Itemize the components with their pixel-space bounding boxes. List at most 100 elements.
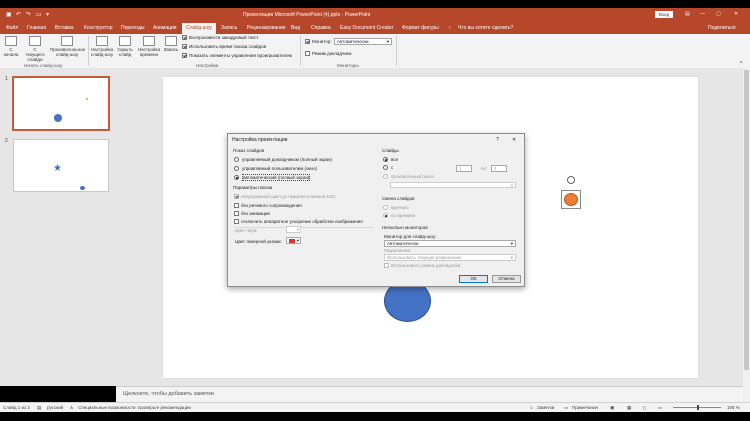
spellcheck-icon[interactable]: ▤ bbox=[37, 405, 41, 411]
cancel-button[interactable]: Отмена bbox=[492, 275, 521, 283]
slideshow-view-icon[interactable]: ▭ bbox=[658, 405, 662, 411]
tab-insert[interactable]: Вставка bbox=[55, 25, 74, 31]
no-narration-checkbox[interactable]: без речевого сопровождения bbox=[234, 203, 302, 209]
close-window-icon[interactable]: ✕ bbox=[734, 11, 738, 17]
monitor-select[interactable]: Автоматически ▾ bbox=[334, 38, 392, 45]
custom-show-icon bbox=[61, 36, 73, 46]
tab-home[interactable]: Главная bbox=[27, 25, 46, 31]
ribbon-separator bbox=[300, 36, 301, 66]
scrollbar-thumb[interactable] bbox=[744, 70, 749, 370]
tab-view[interactable]: Вид bbox=[291, 25, 300, 31]
from-start-button[interactable]: С начала bbox=[2, 36, 20, 57]
collapse-ribbon-icon[interactable]: ^ bbox=[740, 61, 742, 67]
undo-icon[interactable]: ↶ bbox=[16, 11, 21, 18]
presenter-view-checkbox[interactable]: Режим докладчика bbox=[305, 51, 351, 57]
slideshow-icon bbox=[5, 36, 17, 46]
customize-qat-icon[interactable]: ▾ bbox=[46, 11, 49, 18]
laser-color-picker[interactable]: ▾ bbox=[286, 237, 301, 244]
thumb-dot bbox=[86, 98, 88, 100]
tab-help[interactable]: Справка bbox=[311, 25, 331, 31]
monitor-for-show-label: Монитор для слайд-шоу: bbox=[384, 234, 437, 239]
zoom-level[interactable]: 105 % bbox=[727, 405, 740, 410]
slideshow-current-icon bbox=[29, 36, 41, 46]
slides-to-field[interactable]: 2 bbox=[491, 165, 507, 172]
dialog-title: Настройка презентации bbox=[232, 137, 288, 143]
slides-range-radio[interactable]: с bbox=[383, 165, 393, 171]
ribbon: С начала С текущего слайда Произволольно… bbox=[0, 34, 750, 69]
close-icon[interactable]: ✕ bbox=[512, 137, 516, 143]
start-show-icon[interactable]: ▭ bbox=[36, 11, 42, 18]
tab-shape-format[interactable]: Формат фигуры bbox=[402, 25, 439, 31]
tab-review[interactable]: Рецензирование bbox=[247, 25, 286, 31]
slide-thumbnail-2[interactable]: ★ bbox=[13, 139, 109, 192]
pen-color-label: Цвет пера: bbox=[235, 228, 258, 233]
setup-show-icon bbox=[96, 36, 108, 46]
tab-animations[interactable]: Анимация bbox=[153, 25, 176, 31]
tab-easy-document-creator[interactable]: Easy Document Creator bbox=[340, 25, 393, 31]
share-button[interactable]: Поделиться bbox=[708, 25, 736, 31]
tab-slideshow[interactable]: Слайд-шоу bbox=[182, 23, 216, 34]
vertical-scrollbar[interactable] bbox=[743, 68, 750, 402]
slides-label: Слайды bbox=[382, 148, 399, 153]
multi-monitor-label: Несколько мониторов bbox=[382, 225, 428, 230]
slides-all-radio[interactable]: все bbox=[383, 157, 398, 163]
disable-hw-accel-checkbox[interactable]: отключить аппаратное ускорение обработки… bbox=[234, 219, 363, 225]
maximize-icon[interactable]: ▢ bbox=[716, 11, 721, 17]
notes-icon[interactable]: ≡ bbox=[530, 405, 533, 410]
comments-icon[interactable]: ▭ bbox=[564, 405, 568, 411]
show-type-individual[interactable]: управляемый пользователем (окно) bbox=[234, 166, 317, 172]
no-animation-checkbox[interactable]: без анимации bbox=[234, 211, 270, 217]
narration-checkbox[interactable]: Воспроизвести закадровый текст bbox=[182, 35, 259, 41]
normal-view-icon[interactable]: ▣ bbox=[610, 405, 614, 411]
timings-checkbox[interactable]: Использовать время показа слайдов bbox=[182, 44, 266, 50]
rotate-handle-icon[interactable] bbox=[567, 176, 575, 184]
redo-icon[interactable]: ↷ bbox=[26, 11, 31, 18]
ok-button[interactable]: ОК bbox=[459, 275, 488, 283]
custom-show-select: ▾ bbox=[390, 182, 516, 188]
notes-button[interactable]: Заметки bbox=[537, 405, 554, 410]
record-button[interactable]: Запись bbox=[162, 36, 180, 52]
tab-design[interactable]: Конструктор bbox=[84, 25, 113, 31]
slides-to-label: по: bbox=[481, 166, 488, 171]
rehearse-timings-button[interactable]: Настройка времени bbox=[137, 36, 161, 57]
setup-show-button[interactable]: Настройка слайд-шоу bbox=[90, 36, 114, 57]
from-current-button[interactable]: С текущего слайда bbox=[24, 36, 46, 62]
hide-slide-button[interactable]: Скрыть слайд bbox=[116, 36, 134, 57]
chevron-down-icon: ▾ bbox=[296, 227, 299, 232]
advance-manual-radio: вручную bbox=[383, 205, 409, 211]
login-button[interactable]: Вход bbox=[655, 11, 673, 18]
use-presenter-checkbox: Использовать режим докладчика bbox=[384, 263, 460, 269]
tab-record[interactable]: Запись bbox=[221, 25, 237, 31]
tab-transitions[interactable]: Переходы bbox=[121, 25, 144, 31]
chevron-down-icon: ▾ bbox=[296, 238, 299, 243]
reading-view-icon[interactable]: ▯ bbox=[643, 405, 645, 411]
ribbon-display-icon[interactable]: ▤ bbox=[685, 11, 690, 17]
media-controls-checkbox[interactable]: Показать элементы управления проигрывате… bbox=[182, 53, 292, 59]
show-type-kiosk[interactable]: автоматический (полный экран) bbox=[234, 174, 311, 181]
language[interactable]: русский bbox=[47, 405, 63, 410]
laser-color-label: Цвет лазерной указки: bbox=[235, 239, 282, 244]
help-icon[interactable]: ? bbox=[496, 137, 499, 143]
custom-show-button[interactable]: Произволольное слайд-шоу bbox=[50, 36, 85, 57]
tab-file[interactable]: Файл bbox=[6, 25, 18, 31]
comments-button[interactable]: Примечания bbox=[572, 405, 598, 410]
show-type-presenter[interactable]: управляемый докладчиком (полный экран) bbox=[234, 157, 332, 163]
notes-placeholder: Щелкните, чтобы добавить заметки bbox=[123, 391, 214, 397]
slide-count: Слайд 1 из 2 bbox=[3, 405, 30, 410]
tell-me-search[interactable]: Что вы хотите сделать? bbox=[458, 25, 513, 31]
monitor-for-show-select[interactable]: Автоматически ▾ bbox=[384, 240, 516, 247]
notes-pane[interactable]: Щелкните, чтобы добавить заметки bbox=[116, 386, 743, 403]
accessibility-icon[interactable]: ♿ bbox=[70, 405, 74, 411]
resolution-label: Разрешение: bbox=[384, 248, 412, 253]
minimize-icon[interactable]: — bbox=[700, 11, 705, 17]
ribbon-tabs: Файл Главная Вставка Конструктор Переход… bbox=[0, 22, 750, 34]
lightbulb-icon[interactable]: ♀ bbox=[448, 25, 452, 31]
save-icon[interactable]: ▣ bbox=[6, 11, 12, 18]
thumbnail-pane: 1 2 ★ bbox=[0, 68, 116, 386]
slide-thumbnail-1[interactable] bbox=[12, 76, 110, 131]
zoom-slider-thumb[interactable] bbox=[697, 405, 699, 410]
accessibility-status[interactable]: Специальные возможности: проверьте реком… bbox=[78, 405, 191, 410]
sorter-view-icon[interactable]: ▦ bbox=[627, 405, 631, 411]
loop-checkbox: непрерывный цикл до нажатия клавиши ESC bbox=[234, 194, 336, 200]
slides-from-field[interactable]: 1 bbox=[456, 165, 472, 172]
